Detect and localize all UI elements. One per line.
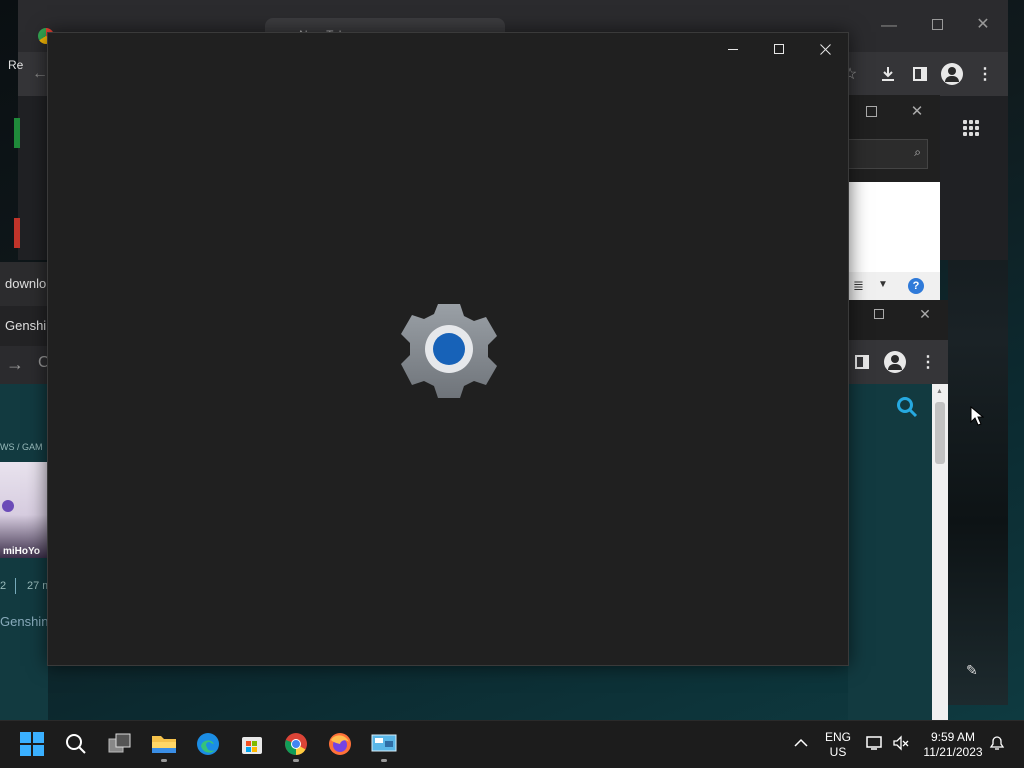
- profile-icon[interactable]: [941, 63, 963, 85]
- webpage-content: [848, 384, 932, 720]
- window-download[interactable]: downlo: [0, 262, 48, 307]
- file-explorer-window[interactable]: ✕ ⌕ ≣ ▼ ?: [848, 95, 940, 300]
- page-accent: [14, 218, 20, 248]
- running-indicator: [161, 759, 167, 762]
- control-panel-icon: [371, 734, 397, 752]
- edge-icon: [197, 733, 219, 755]
- control-panel-button[interactable]: [364, 724, 404, 764]
- more-vert-icon[interactable]: ⋮: [916, 350, 940, 374]
- language-code: ENG: [824, 730, 851, 744]
- explorer-content: [848, 182, 940, 272]
- running-indicator: [293, 759, 299, 762]
- scroll-up-icon[interactable]: ▲: [936, 388, 943, 395]
- article-thumbnail: miHoYo: [0, 462, 48, 558]
- side-panel-icon[interactable]: [908, 62, 932, 86]
- store-button[interactable]: [232, 724, 272, 764]
- store-icon: [242, 737, 262, 754]
- clock-date: 11/21/2023: [923, 745, 983, 759]
- chrome-window-secondary[interactable]: ✕ ⋮ ▲: [848, 300, 948, 720]
- scrollbar-thumb[interactable]: [935, 402, 945, 464]
- forward-arrow-icon[interactable]: →: [6, 354, 24, 375]
- publisher-logo: miHoYo: [3, 546, 41, 557]
- search-icon: [66, 734, 86, 754]
- window-genshin[interactable]: Genshin: [0, 306, 48, 346]
- clock-time: 9:59 AM: [930, 730, 976, 744]
- close-icon[interactable]: [802, 33, 848, 65]
- settings-gear-icon: [400, 301, 498, 399]
- article-title[interactable]: Genshin: [0, 614, 48, 629]
- maximize-icon[interactable]: [856, 300, 902, 328]
- divider: [15, 578, 16, 594]
- chrome-toolbar: ⋮: [848, 340, 948, 384]
- window-title: downlo: [5, 276, 47, 291]
- help-icon[interactable]: ?: [908, 278, 924, 294]
- search-icon: ⌕: [914, 145, 921, 159]
- browser-toolbar: → C: [0, 346, 50, 384]
- network-icon[interactable]: [866, 735, 884, 756]
- windows-logo-icon: [20, 732, 44, 756]
- minimize-icon[interactable]: —: [866, 10, 912, 42]
- folder-icon: [152, 736, 176, 753]
- article-meta-count: 2: [0, 580, 7, 592]
- notification-icon[interactable]: [988, 734, 1006, 757]
- volume-muted-icon[interactable]: [892, 734, 910, 757]
- search-icon[interactable]: [896, 396, 918, 423]
- maximize-icon[interactable]: [848, 95, 894, 127]
- language-indicator[interactable]: ENG US: [820, 730, 856, 760]
- maximize-icon[interactable]: [756, 33, 802, 65]
- pencil-icon[interactable]: ✎: [966, 662, 978, 679]
- download-icon[interactable]: [876, 62, 900, 86]
- more-vert-icon[interactable]: ⋮: [973, 62, 997, 86]
- chevron-down-icon[interactable]: ▼: [878, 279, 888, 290]
- close-icon[interactable]: ✕: [960, 8, 1006, 40]
- maximize-icon[interactable]: [914, 8, 960, 40]
- chevron-up-icon[interactable]: [794, 735, 808, 751]
- webpage-article: WS / GAM miHoYo 2 27 m Genshin: [0, 384, 51, 720]
- edge-button[interactable]: [188, 724, 228, 764]
- scrollbar[interactable]: ▲: [932, 384, 948, 720]
- chrome-button[interactable]: [276, 724, 316, 764]
- clock[interactable]: 9:59 AM 11/21/2023: [920, 730, 986, 760]
- profile-icon[interactable]: [884, 351, 906, 373]
- close-icon[interactable]: ✕: [894, 95, 940, 127]
- search-input[interactable]: ⌕: [848, 139, 928, 169]
- search-button[interactable]: [56, 724, 96, 764]
- firefox-button[interactable]: [320, 724, 360, 764]
- file-explorer-button[interactable]: [144, 724, 184, 764]
- chrome-icon: [285, 733, 307, 755]
- toolbar-label: Re: [8, 58, 24, 72]
- page-accent: [14, 118, 20, 148]
- task-view-button[interactable]: [100, 724, 140, 764]
- character-eye: [2, 500, 14, 512]
- keyboard-layout: US: [829, 745, 847, 759]
- details-view-icon[interactable]: ≣: [853, 278, 864, 294]
- close-icon[interactable]: ✕: [902, 300, 948, 328]
- window-title: Genshin: [5, 318, 48, 333]
- explorer-statusbar: ≣ ▼ ?: [848, 272, 940, 300]
- settings-window[interactable]: [47, 32, 849, 666]
- apps-grid-icon[interactable]: [963, 120, 979, 136]
- breadcrumb: WS / GAM: [0, 442, 43, 452]
- taskbar: ENG US 9:59 AM 11/21/2023: [0, 720, 1024, 768]
- start-button[interactable]: [12, 724, 52, 764]
- task-view-icon: [108, 733, 131, 753]
- mouse-cursor: [970, 405, 985, 431]
- running-indicator: [381, 759, 387, 762]
- minimize-icon[interactable]: [710, 33, 756, 65]
- window-titlebar: ✕: [848, 300, 948, 340]
- firefox-icon: [329, 733, 351, 755]
- side-panel-icon[interactable]: [850, 350, 874, 374]
